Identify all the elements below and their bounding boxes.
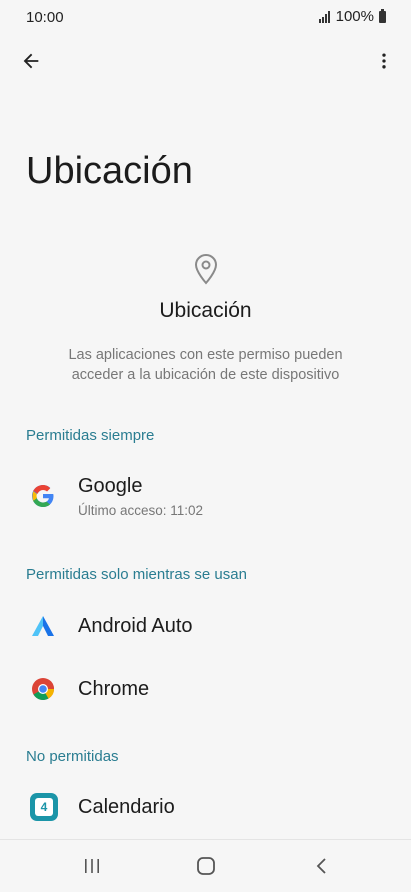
permission-title: Ubicación: [159, 299, 252, 322]
section-header-always: Permitidas siempre: [26, 427, 155, 444]
battery-icon: [379, 8, 386, 23]
recent-apps-icon: [85, 859, 99, 873]
app-name: Calendario: [78, 795, 175, 818]
section-header-denied: No permitidas: [26, 748, 119, 765]
status-bar: 10:00 100%: [0, 0, 411, 34]
battery-level: 100%: [335, 8, 374, 25]
home-icon: [197, 857, 215, 875]
location-pin-icon: [194, 253, 217, 285]
app-text: Calendario: [78, 796, 175, 819]
calendar-day: 4: [35, 798, 53, 816]
app-name: Android Auto: [78, 614, 193, 637]
app-row-calendario[interactable]: 4 Calendario: [0, 777, 411, 837]
permission-description: Las aplicaciones con este permiso pueden…: [68, 347, 343, 383]
navigation-bar: [0, 839, 411, 892]
app-row-chrome[interactable]: Chrome: [0, 659, 411, 719]
calendar-icon: 4: [30, 793, 58, 821]
status-indicators: 100%: [318, 8, 386, 25]
section-header-while-using: Permitidas solo mientras se usan: [26, 566, 247, 583]
app-row-android-auto[interactable]: Android Auto: [0, 596, 411, 656]
app-text: Google Último acceso: 11:02: [78, 475, 203, 518]
app-name: Chrome: [78, 677, 150, 700]
app-row-google[interactable]: Google Último acceso: 11:02: [0, 466, 411, 526]
home-button[interactable]: [186, 848, 226, 884]
app-name: Google: [78, 474, 143, 497]
recent-apps-button[interactable]: [72, 848, 112, 884]
app-text: Android Auto: [78, 615, 193, 638]
signal-icon: [318, 10, 330, 23]
chrome-icon: [30, 676, 56, 702]
permission-header: Ubicación Las aplicaciones con este perm…: [0, 253, 411, 385]
nav-back-button[interactable]: [302, 848, 342, 884]
more-vert-icon: [382, 53, 386, 69]
back-button[interactable]: [14, 44, 48, 78]
status-time: 10:00: [26, 9, 64, 26]
google-icon: [30, 483, 56, 509]
arrow-back-icon: [23, 53, 39, 69]
chevron-left-icon: [316, 858, 326, 874]
android-auto-icon: [30, 613, 56, 639]
page-title: Ubicación: [26, 150, 193, 192]
app-text: Chrome: [78, 678, 149, 701]
last-access: Último acceso: 11:02: [78, 502, 204, 518]
more-options-button[interactable]: [367, 44, 401, 78]
